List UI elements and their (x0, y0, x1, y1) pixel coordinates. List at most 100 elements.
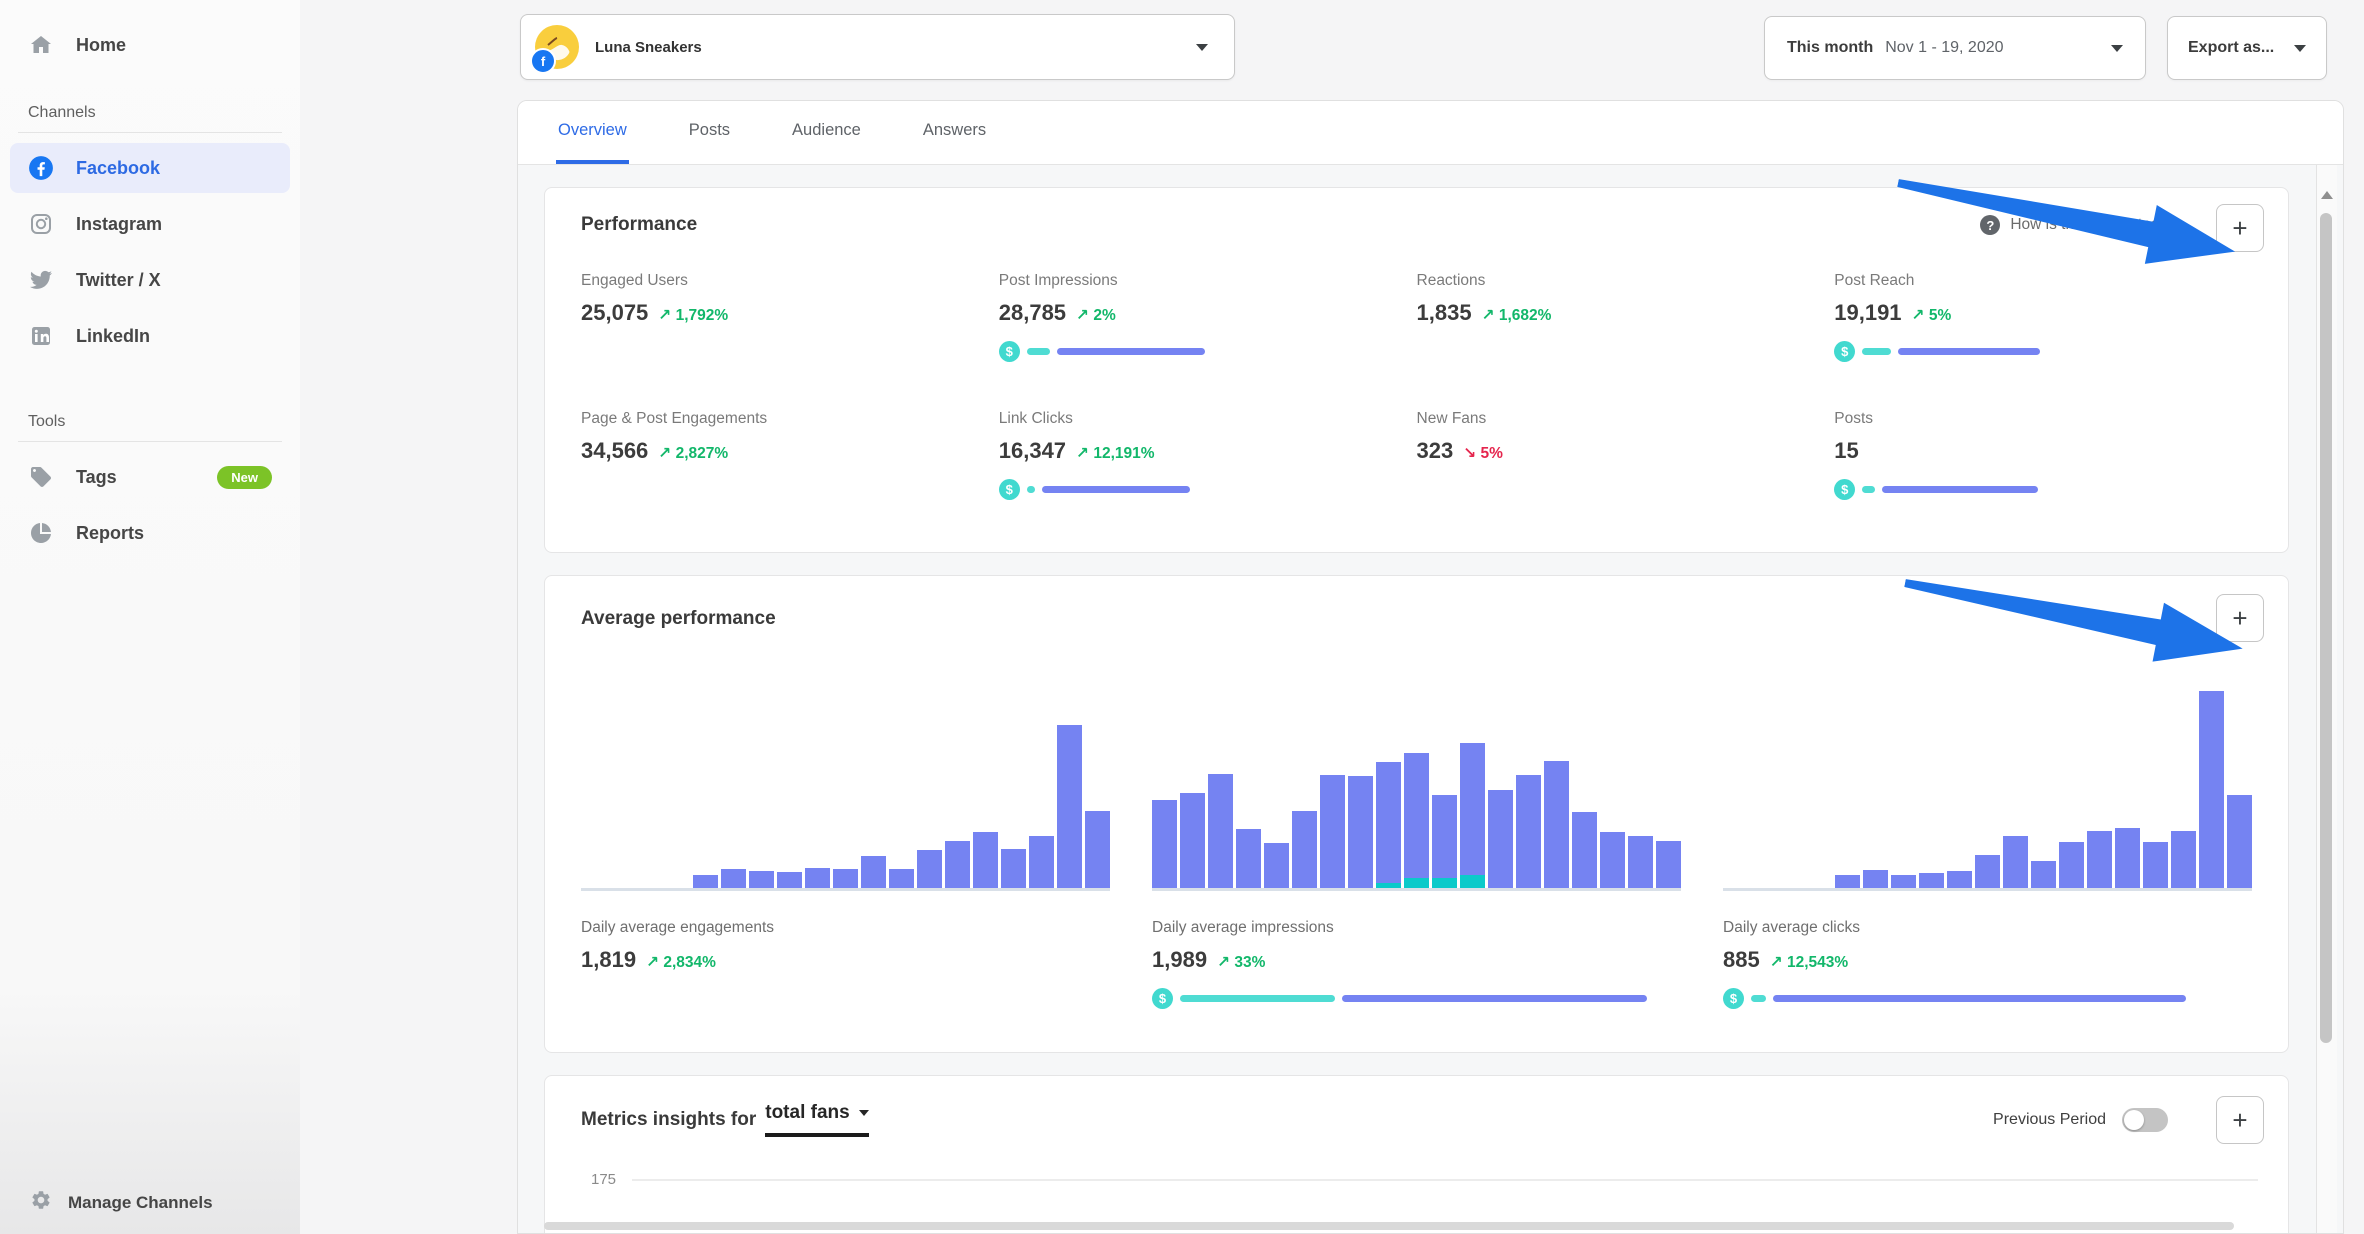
pie-chart-icon (28, 520, 54, 546)
organic-segment (1773, 995, 2186, 1002)
bar (2031, 861, 2056, 888)
instagram-icon (28, 211, 54, 237)
bar (2199, 691, 2224, 888)
sidebar-item-label: Instagram (76, 214, 162, 235)
metric-change: ↘ 5% (1463, 444, 1503, 463)
sidebar-item-twitter[interactable]: Twitter / X (10, 255, 290, 305)
bar (1208, 774, 1233, 888)
metric-selector[interactable]: total fans (765, 1102, 868, 1137)
metric-change: ↗ 1,792% (658, 306, 728, 325)
metric-post-reach: Post Reach19,191↗ 5%$ (1834, 272, 2252, 362)
previous-period-toggle[interactable] (2122, 1108, 2168, 1132)
bar (1863, 870, 1888, 888)
vertical-scrollbar-thumb[interactable] (2320, 213, 2332, 1043)
organic-segment (1898, 348, 2040, 355)
account-name: Luna Sneakers (595, 39, 702, 56)
sidebar-item-facebook[interactable]: Facebook (10, 143, 290, 193)
bar (805, 868, 830, 888)
performance-title: Performance (581, 214, 697, 236)
metric-value: 1,989 (1152, 947, 1207, 973)
date-range-selector[interactable]: This month Nov 1 - 19, 2020 (1764, 16, 2146, 80)
performance-add-button[interactable]: + (2216, 204, 2264, 252)
paid-organic-bar: $ (999, 478, 1417, 500)
main-panel: Overview Posts Audience Answers Performa… (517, 100, 2344, 1234)
sidebar-item-label: Tags (76, 467, 117, 488)
bar (2003, 836, 2028, 888)
paid-organic-bar: $ (1723, 987, 2252, 1009)
average-performance-add-button[interactable]: + (2216, 594, 2264, 642)
bar (1432, 795, 1457, 888)
paid-segment (1751, 995, 1766, 1002)
account-avatar: f (535, 25, 579, 69)
metric-value: 16,347 (999, 438, 1066, 464)
bar (721, 869, 746, 888)
sidebar-item-label: Home (76, 35, 126, 56)
metric-value: 1,835 (1417, 300, 1472, 326)
metric-label: Reactions (1417, 272, 1835, 290)
paid-segment (1180, 995, 1335, 1002)
metrics-insights-add-button[interactable]: + (2216, 1096, 2264, 1144)
sidebar-item-reports[interactable]: Reports (10, 508, 290, 558)
sidebar-item-instagram[interactable]: Instagram (10, 199, 290, 249)
paid-dollar-icon: $ (999, 341, 1020, 362)
how-calculated-label: How is this calculated? (2010, 216, 2168, 234)
tab-audience[interactable]: Audience (790, 101, 863, 164)
paid-dollar-icon: $ (999, 479, 1020, 500)
paid-segment (1862, 486, 1875, 493)
y-axis-tick: 175 (591, 1171, 616, 1188)
chevron-down-icon (2111, 45, 2123, 52)
tab-answers[interactable]: Answers (921, 101, 988, 164)
vertical-scrollbar[interactable] (2316, 165, 2337, 1233)
bar (1320, 775, 1345, 888)
sidebar-section-channels: Channels (28, 104, 272, 122)
manage-channels-button[interactable]: Manage Channels (30, 1189, 213, 1216)
tab-posts[interactable]: Posts (687, 101, 732, 164)
metric-reactions: Reactions1,835↗ 1,682% (1417, 272, 1835, 362)
bar (777, 872, 802, 888)
bar (1264, 843, 1289, 888)
organic-segment (1057, 348, 1205, 355)
bar (2227, 795, 2252, 888)
horizontal-scrollbar-thumb[interactable] (544, 1222, 2234, 1230)
metric-link-clicks: Link Clicks16,347↗ 12,191%$ (999, 410, 1417, 500)
bar (1835, 875, 1860, 888)
metric-label: New Fans (1417, 410, 1835, 428)
paid-segment (1027, 348, 1050, 355)
performance-metrics-grid: Engaged Users25,075↗ 1,792%Post Impressi… (545, 236, 2288, 500)
facebook-badge-icon: f (530, 48, 556, 74)
how-calculated-link[interactable]: ? How is this calculated? (1980, 215, 2168, 235)
metric-value: 323 (1417, 438, 1454, 464)
metric-value: 1,819 (581, 947, 636, 973)
metrics-insights-card: Metrics insights for total fans Previous… (544, 1075, 2289, 1234)
bar (2087, 831, 2112, 888)
help-icon: ? (1980, 215, 2000, 235)
bar (1001, 849, 1026, 888)
bar (1152, 800, 1177, 888)
account-selector[interactable]: f Luna Sneakers (520, 14, 1235, 80)
metric-change: ↗ 2,834% (646, 953, 716, 972)
bar (945, 841, 970, 888)
metrics-insights-title: Metrics insights for (581, 1109, 756, 1131)
gridline (632, 1179, 2258, 1181)
performance-card: Performance ? How is this calculated? + … (544, 187, 2289, 553)
bar (1460, 743, 1485, 888)
export-button[interactable]: Export as... (2167, 16, 2327, 80)
organic-segment (1342, 995, 1647, 1002)
bar (1947, 871, 1972, 888)
tab-overview[interactable]: Overview (556, 101, 629, 164)
bar-chart (581, 688, 1110, 891)
home-icon (28, 32, 54, 58)
chart-label: Daily average clicks (1723, 919, 2252, 937)
sidebar-item-label: Reports (76, 523, 144, 544)
organic-segment (1882, 486, 2038, 493)
bar (1348, 776, 1373, 888)
metric-change: ↗ 5% (1912, 306, 1952, 325)
sidebar-item-home[interactable]: Home (10, 20, 290, 70)
linkedin-icon (28, 323, 54, 349)
metric-label: Post Impressions (999, 272, 1417, 290)
sidebar-item-tags[interactable]: Tags New (10, 452, 290, 502)
sidebar-item-linkedin[interactable]: LinkedIn (10, 311, 290, 361)
scroll-up-arrow-icon[interactable] (2321, 191, 2333, 199)
bar (1544, 761, 1569, 888)
chart-daily-average-engagements: Daily average engagements1,819↗ 2,834% (581, 688, 1110, 1009)
